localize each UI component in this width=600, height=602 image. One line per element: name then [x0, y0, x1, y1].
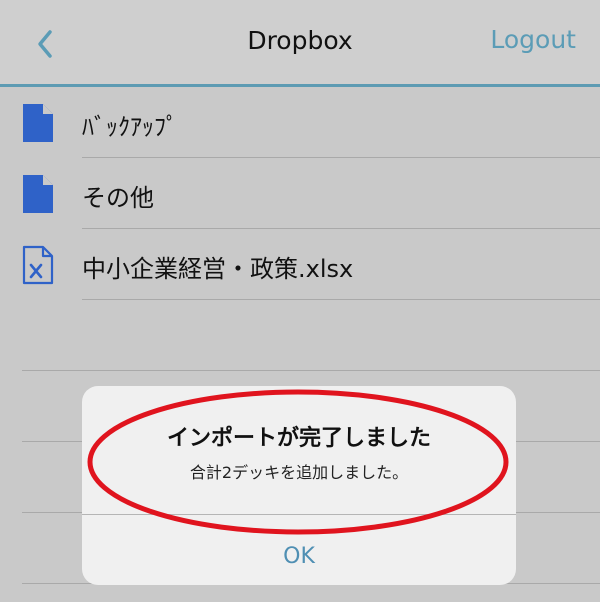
file-row-backup[interactable]: ﾊﾞｯｸｱｯﾌﾟ — [0, 87, 600, 158]
file-row-xlsx[interactable]: 中小企業経営・政策.xlsx — [0, 229, 600, 300]
empty-row — [0, 300, 600, 371]
file-name: 中小企業経営・政策.xlsx — [82, 255, 354, 283]
file-name: その他 — [82, 184, 154, 212]
dialog-title: インポートが完了しました — [166, 426, 431, 451]
logout-button[interactable]: Logout — [490, 25, 576, 54]
document-icon — [23, 104, 53, 142]
excel-file-icon — [22, 245, 54, 285]
dialog-message: 合計2デッキを追加しました。 — [189, 463, 409, 482]
document-icon — [23, 175, 53, 213]
import-complete-dialog: インポートが完了しました 合計2デッキを追加しました。 OK — [82, 386, 516, 585]
file-row-other[interactable]: その他 — [0, 158, 600, 229]
navigation-bar: Dropbox Logout — [0, 0, 600, 87]
file-name: ﾊﾞｯｸｱｯﾌﾟ — [82, 113, 178, 141]
ok-button[interactable]: OK — [82, 515, 516, 585]
